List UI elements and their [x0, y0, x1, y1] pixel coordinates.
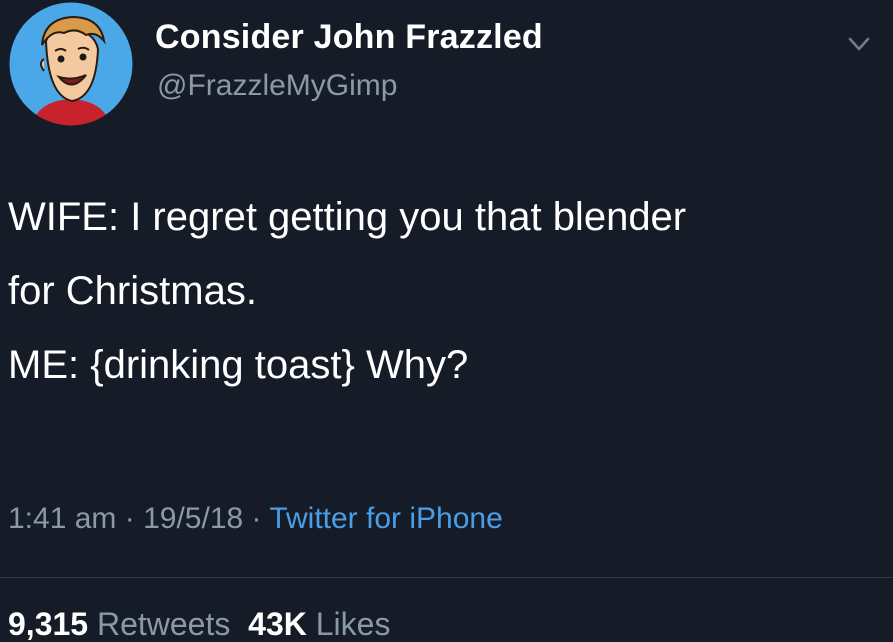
meta-separator: · [124, 502, 135, 535]
retweets-label: Retweets [96, 606, 231, 642]
tweet-meta: 1:41 am · 19/5/18 · Twitter for iPhone [8, 502, 503, 536]
tweet-line: WIFE: I regret getting you that blender [8, 195, 687, 239]
tweet-card: Consider John Frazzled @FrazzleMyGimp WI… [0, 0, 893, 642]
tweet-text: WIFE: I regret getting you that blender … [8, 180, 878, 402]
meta-separator: · [251, 502, 262, 535]
chevron-down-icon[interactable] [841, 30, 877, 58]
retweets-count: 9,315 [8, 606, 89, 642]
tweet-date: 19/5/18 [143, 502, 244, 535]
display-name[interactable]: Consider John Frazzled [155, 18, 543, 57]
tweet-time: 1:41 am [8, 502, 117, 535]
tweet-line: for Christmas. [8, 269, 257, 313]
divider [0, 577, 893, 578]
tweet-stats: 9,315 Retweets 43K Likes [8, 606, 390, 642]
user-handle[interactable]: @FrazzleMyGimp [157, 69, 397, 103]
likes-label: Likes [315, 606, 391, 642]
tweet-source-link[interactable]: Twitter for iPhone [269, 502, 502, 535]
tweet-line: ME: {drinking toast} Why? [8, 343, 469, 387]
likes-count: 43K [248, 606, 307, 642]
likes-stat[interactable]: 43K Likes [248, 606, 390, 642]
avatar[interactable] [6, 1, 136, 128]
retweets-stat[interactable]: 9,315 Retweets [8, 606, 230, 642]
